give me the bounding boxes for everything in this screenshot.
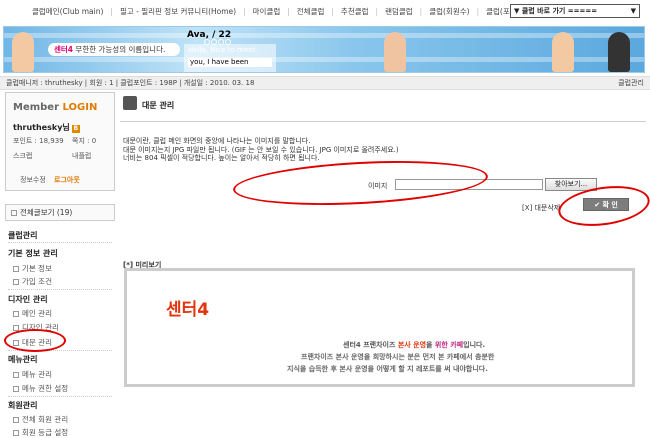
sidebar: Member LOGIN thruthesky님 B 포인트 : 18,939 쪽…: [5, 92, 115, 437]
member-login-title: Member LOGIN: [13, 102, 98, 113]
edit-info-link[interactable]: 정보수정: [20, 176, 46, 184]
sidebar-item-all-members[interactable]: 전체 회원 관리: [13, 414, 68, 425]
nav-recommended-clubs[interactable]: 추천클럽: [341, 6, 369, 17]
preview-logo: 센터4: [166, 300, 210, 320]
scrap-link[interactable]: 스크랩: [13, 151, 32, 161]
bullet-icon: [13, 386, 19, 392]
sidebar-item-member-levels[interactable]: 회원 등급 설정: [13, 427, 68, 438]
level-badge-icon: B: [71, 125, 80, 133]
member-login-box: Member LOGIN thruthesky님 B 포인트 : 18,939 쪽…: [5, 92, 115, 191]
preview-line-1: 센터4 프랜차이즈 본사 운영을 위한 카페입니다.: [343, 341, 486, 349]
points-label: 포인트 : 18,939: [13, 137, 64, 145]
delete-gate-link[interactable]: [X] 대문삭제: [522, 203, 560, 213]
list-icon: [11, 210, 17, 216]
pencil-icon: [123, 96, 137, 110]
gate-preview: 센터4 센터4 프랜차이즈 본사 운영을 위한 카페입니다. 프랜차이즈 본사 …: [124, 268, 635, 387]
nav-my-club[interactable]: 마이클럽: [253, 6, 281, 17]
chevron-down-icon: ▼: [630, 7, 636, 15]
banner-person-image: [552, 32, 574, 72]
page-title: 대문 관리: [142, 101, 175, 110]
sidebar-item-join-conditions[interactable]: 가입 조건: [13, 276, 52, 287]
sidebar-item-main-admin[interactable]: 메인 관리: [13, 308, 52, 319]
club-info-bar: 클럽매니저 : thruthesky | 회원 : 1 | 클럽포인트 : 19…: [0, 76, 650, 90]
club-banner: 센터4 무한한 가능성의 이름입니다. Ava, / 22 Hello, Nic…: [3, 26, 645, 73]
bullet-icon: [13, 279, 19, 285]
nav-philgo-home[interactable]: 필고 - 필리핀 정보 커뮤니티(Home): [120, 6, 236, 17]
nav-club-main[interactable]: 클럽메인(Club main): [32, 6, 103, 17]
club-admin-title: 클럽관리: [8, 231, 38, 240]
sidebar-item-basic-info[interactable]: 기본 정보: [13, 263, 52, 274]
view-all-posts-link[interactable]: 전체글보기 (19): [5, 204, 115, 221]
nav-all-clubs[interactable]: 전체클럽: [297, 6, 325, 17]
sidebar-item-menu-admin[interactable]: 메뉴 관리: [13, 369, 52, 380]
nav-clubs-by-members[interactable]: 클럽(회원수): [429, 6, 469, 17]
gate-description: 대문이란, 클럽 메인 화면의 중앙에 나타나는 이미지를 말합니다. 대문 이…: [123, 137, 399, 162]
preview-line-3: 지식을 습득한 후 본사 운영을 어떻게 할 지 레포트를 써 내야합니다.: [287, 365, 488, 373]
banner-person-image: [12, 32, 34, 72]
club-admin-link[interactable]: 클럽관리: [618, 77, 644, 89]
annotation-ellipse-gate-admin: [4, 329, 66, 352]
bullet-icon: [13, 417, 19, 423]
sidebar-item-menu-permissions[interactable]: 메뉴 권한 설정: [13, 383, 68, 394]
username: thruthesky님 B: [13, 123, 80, 133]
notes-link[interactable]: 쪽지 : 0: [72, 136, 96, 146]
logout-link[interactable]: 로그아웃: [54, 176, 80, 184]
club-info-text: 클럽매니저 : thruthesky | 회원 : 1 | 클럽포인트 : 19…: [6, 79, 255, 87]
design-admin-title: 디자인 관리: [8, 295, 48, 304]
bullet-icon: [13, 311, 19, 317]
banner-person-image: [384, 32, 406, 72]
member-admin-title: 회원관리: [8, 401, 38, 410]
main-content: 대문 관리 대문이란, 클럽 메인 화면의 중앙에 나타나는 이미지를 말합니다…: [120, 92, 646, 431]
my-writes-link[interactable]: 내플럽: [72, 151, 91, 161]
bullet-icon: [13, 372, 19, 378]
banner-person-image: [608, 32, 630, 72]
club-jump-select[interactable]: ▼ 클럽 바로 가기 ===== ▼: [510, 4, 640, 18]
bullet-icon: [13, 266, 19, 272]
banner-ticker: Hello, Nice to meet you, I have been: [184, 44, 276, 72]
basic-info-title: 기본 정보 관리: [8, 249, 58, 258]
banner-slogan: 센터4 무한한 가능성의 이름입니다.: [48, 43, 180, 56]
preview-line-2: 프랜차이즈 본사 운영을 희망하시는 분은 먼저 본 카페에서 충분한: [301, 353, 495, 361]
nav-random-clubs[interactable]: 랜덤클럽: [385, 6, 413, 17]
page-header: 대문 관리: [120, 92, 646, 122]
menu-admin-title: 메뉴관리: [8, 355, 38, 364]
